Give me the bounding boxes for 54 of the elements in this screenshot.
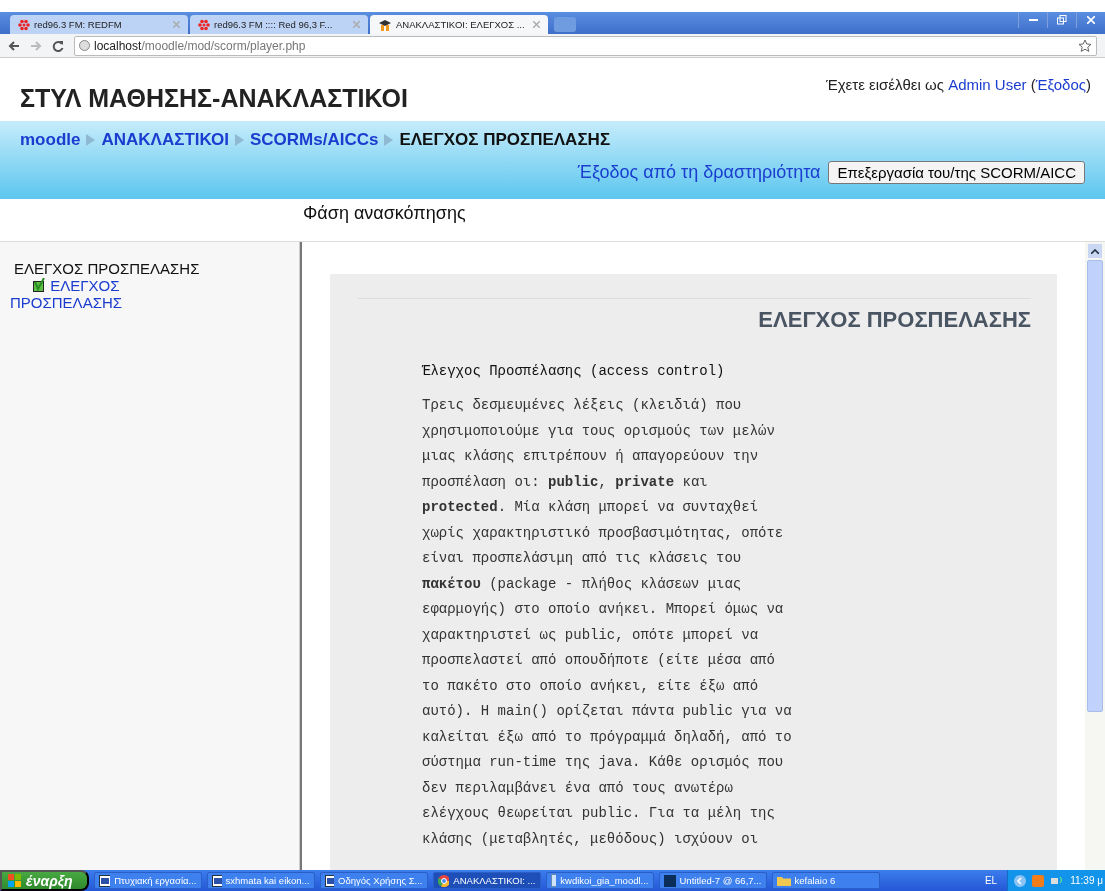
document-icon [211,874,222,887]
globe-icon [79,40,90,51]
close-icon[interactable] [533,21,540,28]
course-title: ΣΤΥΛ ΜΑΘΗΣΗΣ-ΑΝΑΚΛΑΣΤΙΚΟΙ [20,84,408,114]
taskbar-button[interactable]: kwdikoi_gia_moodl... [545,872,654,889]
language-indicator[interactable]: EL [984,875,998,886]
taskbar-button[interactable]: sxhmata kai eikon... [206,872,315,889]
network-icon[interactable] [1050,874,1065,887]
breadcrumb-link[interactable]: moodle [20,130,81,150]
separator-icon [384,134,394,146]
start-button[interactable]: έναρξη [0,870,89,891]
browser-tab[interactable]: ΑΝΑΚΛΑΣΤΙΚΟΙ: ΕΛΕΓΧΟΣ ... [370,15,548,34]
browser-icon [437,874,450,887]
graduation-cap-icon [378,18,392,31]
taskbar-button[interactable]: ΑΝΑΚΛΑΣΤΙΚΟΙ: ... [432,872,541,889]
user-link[interactable]: Admin User [948,76,1027,93]
scrollbar-thumb[interactable] [1087,260,1103,712]
content-subheading: Έλεγχος Προσπέλασης (access control) [422,363,726,379]
star-icon[interactable] [1078,38,1092,53]
document-icon [550,874,557,887]
separator-icon [234,134,244,146]
address-bar[interactable]: localhost/moodle/mod/scorm/player.php [74,35,1097,56]
toc-link[interactable]: ΕΛΕΓΧΟΣ ΠΡΟΣΠΕΛΑΣΗΣ [10,277,192,311]
exit-activity-link[interactable]: Έξοδος από τη δραστηριότητα [577,162,821,183]
browser-tab[interactable]: red96.3 FM :::: Red 96,3 F... [190,15,368,34]
browser-tab[interactable]: red96.3 FM: REDFM [10,15,188,34]
document-icon [98,874,111,887]
taskbar-button[interactable]: Πτυχιακή εργασία... [93,872,202,889]
separator-icon [86,134,96,146]
login-info: Έχετε εισέλθει ως Admin User (Έξοδος) [825,76,1091,95]
edit-button[interactable]: Επεξεργασία του/της SCORM/AICC [828,161,1085,184]
forward-icon[interactable] [30,39,42,52]
windows-logo-icon [8,874,22,887]
content-paragraph: Τρεις δεσμευμένες λέξεις (κλειδιά) που χρησιμοποιούμε για τους ορισμούς των μελών μιας κλάσης επιτρέπουν ή απαγορεύουν την προσπέλαση οι: public, private και protected. Μία κλάση μπορεί να συνταχθεί χωρίς χαρακτηριστικό προσβασιμότητας, οπότε είναι προσπελάσιμη από τις κλάσεις του πακέτου (package - πλήθος κλάσεων μιας εφαρμογής) στο οποίο ανήκει. Μπορεί όμως να χαρακτηριστεί ως public, οπότε μπορεί να προσπελαστεί από οπουδήποτε (είτε μέσα από το πακέτο στο οποίο ανήκει, είτε έξω από αυτό). Η main() ορίζεται πάντα public για να καλείται έξω από το πρόγραμμά δηλαδή, από το σύστημα run-time της java. Κάθε ορισμός που δεν περιλαμβάνει ένα από τους ανωτέρω ελέγχους θεωρείται public. Για τα μέλη της κλάσης (μεταβλητές, μεθόδους) ισχύουν οι [422,396,793,849]
reload-icon[interactable] [52,39,64,52]
taskbar-button[interactable]: Untitled-7 @ 66,7... [658,872,767,889]
chevron-icon[interactable] [1014,874,1027,887]
folder-icon [776,875,791,886]
content-heading: ΕΛΕΓΧΟΣ ΠΡΟΣΠΕΛΑΣΗΣ [358,298,1031,333]
breadcrumb-link[interactable]: SCORMs/AICCs [249,130,379,150]
taskbar-button[interactable]: Οδηγός Χρήσης Σ... [319,872,428,889]
flower-icon [18,18,30,31]
mode-label: Φάση ανασκόπησης [302,202,467,225]
taskbar-button[interactable]: kefalaio 6 [771,872,880,889]
back-icon[interactable] [8,39,20,52]
breadcrumb-link[interactable]: ΑΝΑΚΛΑΣΤΙΚΟΙ [101,130,229,150]
breadcrumb-current: ΕΛΕΓΧΟΣ ΠΡΟΣΠΕΛΑΣΗΣ [399,130,611,150]
toc-title: ΕΛΕΓΧΟΣ ΠΡΟΣΠΕΛΑΣΗΣ [14,260,201,277]
document-icon [324,874,335,887]
flower-icon [198,18,210,31]
logout-link[interactable]: Έξοδος [1035,76,1086,93]
scrollbar[interactable] [1085,242,1105,871]
clock: 11:39 μ [1070,875,1103,886]
tray-app-icon[interactable] [1032,874,1045,887]
